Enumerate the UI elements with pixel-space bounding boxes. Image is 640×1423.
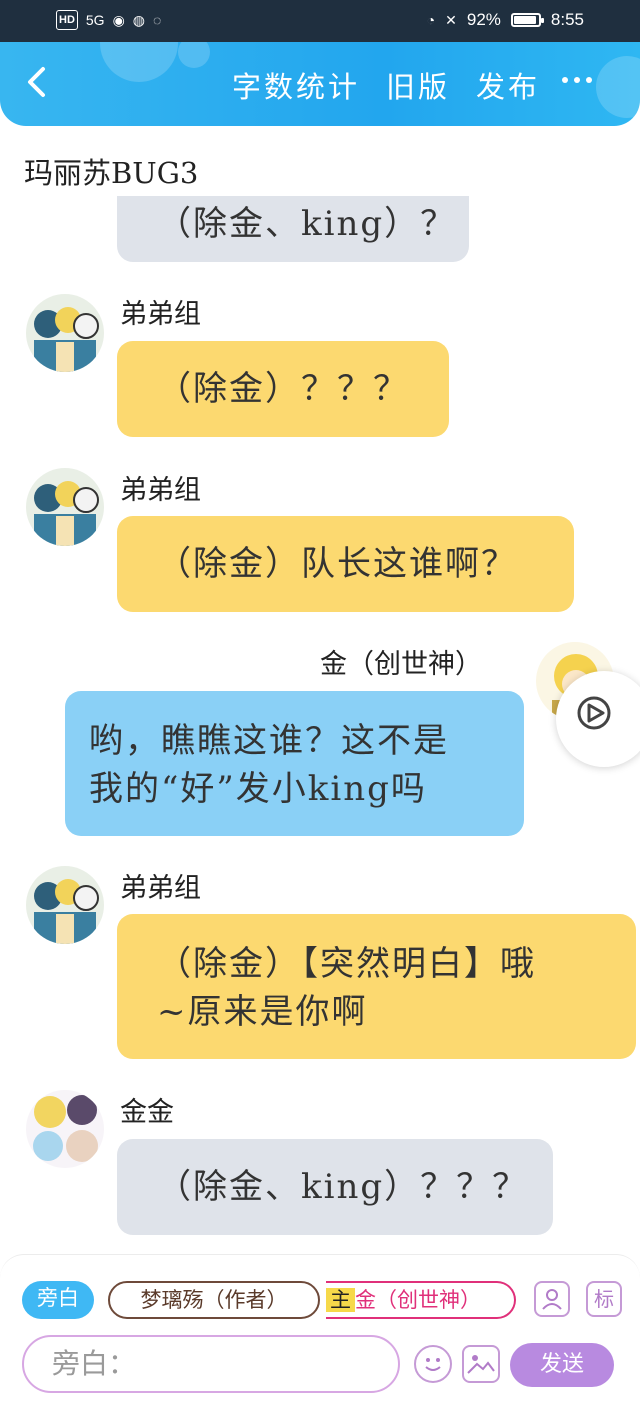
sender-name: 金金 [120, 1097, 174, 1128]
chat-title: 玛丽苏BUG3 [24, 156, 199, 190]
image-button[interactable] [462, 1345, 500, 1383]
avatar[interactable] [26, 294, 104, 372]
word-count-button[interactable]: 字数统计 [232, 64, 360, 106]
old-version-button[interactable]: 旧版 [386, 64, 450, 106]
vibrate-icon: ◔ [426, 12, 436, 28]
avatar[interactable] [26, 468, 104, 546]
message-bubble[interactable]: 哟，瞧瞧这谁？这不是 我的“好”发小king吗 [65, 691, 524, 836]
message-bubble[interactable]: （除金）【突然明白】哦 ~原来是你啊 [117, 914, 636, 1059]
header-actions: 字数统计 旧版 发布 [232, 64, 540, 106]
hd-badge: HD [56, 10, 78, 30]
publish-button[interactable]: 发布 [476, 64, 540, 106]
wechat-icon: ◉ [112, 12, 125, 28]
group-avatar-icon [26, 294, 104, 372]
user-profile-icon[interactable] [534, 1281, 570, 1317]
decor-bubble [178, 42, 210, 68]
more-options-button[interactable] [562, 68, 600, 92]
role-label: 金（创世神） [355, 1288, 481, 1312]
status-bar: HD 5G ◉ ◍ ◌ ◔ ✕ 92% 8:55 [0, 0, 640, 42]
sender-name: 弟弟组 [120, 873, 201, 904]
more-dot [574, 77, 580, 83]
decor-bubble [596, 56, 640, 118]
floating-play-button[interactable] [556, 671, 640, 767]
avatar[interactable] [26, 1090, 104, 1168]
message-text: （除金）？？？ [157, 369, 409, 409]
play-icon [577, 696, 611, 730]
group-avatar-icon [26, 468, 104, 546]
smile-icon [425, 1358, 441, 1371]
emoji-button[interactable] [414, 1345, 452, 1383]
top-navigation: 字数统计 旧版 发布 [0, 42, 640, 126]
sender-name: 弟弟组 [120, 299, 201, 330]
composer-panel: 旁白 梦璃殇（作者） 主金（创世神） 标 旁白： 发送 [0, 1254, 640, 1423]
message-text-line: 我的“好”发小king吗 [89, 769, 427, 809]
role-author-chip[interactable]: 梦璃殇（作者） [108, 1281, 320, 1319]
loading-icon: ◌ [153, 12, 162, 28]
send-button[interactable]: 发送 [510, 1343, 614, 1387]
message-bubble[interactable]: （除金、king）？ [117, 196, 469, 262]
message-text: （除金、king）？？？ [157, 1167, 529, 1207]
browser-icon: ◍ [132, 12, 146, 28]
tag-button[interactable]: 标 [586, 1281, 622, 1317]
role-narrator-chip[interactable]: 旁白 [22, 1281, 94, 1319]
decor-bubble [100, 42, 178, 82]
clock: 8:55 [550, 10, 584, 29]
message-text-line: 哟，瞧瞧这谁？这不是 [89, 721, 449, 761]
battery-icon [510, 13, 544, 27]
chevron-left-icon [28, 67, 45, 97]
message-text: （除金）队长这谁啊？ [157, 544, 517, 584]
message-input[interactable]: 旁白： [22, 1335, 400, 1393]
more-dot [562, 77, 568, 83]
collage-avatar-icon [26, 1090, 104, 1168]
message-bubble[interactable]: （除金）？？？ [117, 341, 449, 437]
message-text-line: （除金）【突然明白】哦 [157, 944, 536, 984]
role-creator-chip[interactable]: 主金（创世神） [326, 1281, 516, 1319]
image-icon [467, 1355, 495, 1374]
user-icon [542, 1289, 562, 1310]
battery-fill [513, 16, 536, 24]
back-button[interactable] [16, 60, 60, 104]
sender-name: 金（创世神） [320, 649, 482, 680]
message-text-line: ~原来是你啊 [157, 992, 368, 1032]
sender-name: 弟弟组 [120, 475, 201, 506]
mute-icon: ✕ [445, 12, 457, 28]
battery-percent: 92% [466, 10, 501, 29]
avatar[interactable] [26, 866, 104, 944]
more-dot [586, 77, 592, 83]
message-bubble[interactable]: （除金）队长这谁啊？ [117, 516, 574, 612]
message-bubble[interactable]: （除金、king）？？？ [117, 1139, 553, 1235]
signal-5g-icon: 5G [85, 12, 105, 28]
role-highlight: 主 [326, 1288, 355, 1312]
message-text: （除金、king）？ [157, 204, 457, 244]
group-avatar-icon [26, 866, 104, 944]
message-list[interactable]: （除金、king）？ 弟弟组 （除金）？？？ 弟弟组 （除金）队长这谁啊？ 金（… [0, 196, 640, 1254]
